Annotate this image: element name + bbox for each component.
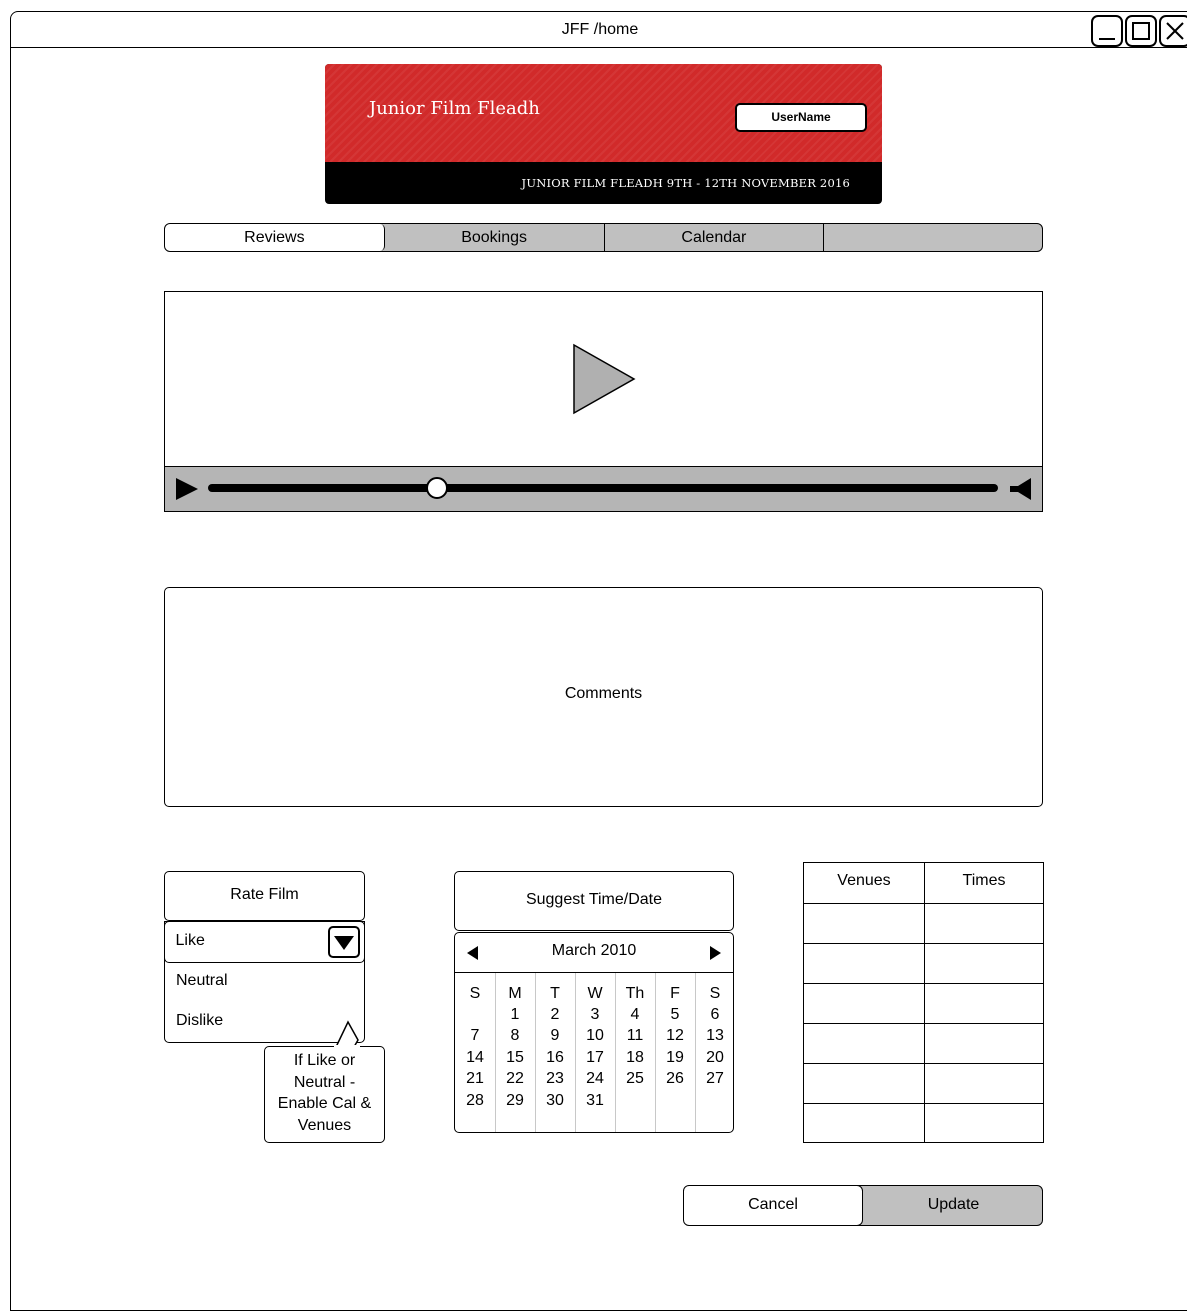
venue-cell[interactable] bbox=[804, 1063, 924, 1103]
close-icon[interactable] bbox=[1159, 15, 1187, 47]
calendar-day[interactable]: 15 bbox=[495, 1049, 535, 1067]
tab-empty[interactable] bbox=[824, 224, 1042, 251]
weekday-label: Th bbox=[625, 985, 645, 1002]
weekday-label: T bbox=[550, 985, 560, 1002]
calendar-day[interactable]: 8 bbox=[495, 1027, 535, 1045]
player-controls bbox=[164, 466, 1043, 512]
brand-title: Junior Film Fleadh bbox=[369, 98, 540, 119]
window-title: JFF /home bbox=[561, 21, 639, 38]
note-line: Venues bbox=[297, 1116, 352, 1134]
calendar-day[interactable]: 20 bbox=[695, 1049, 733, 1067]
calendar-day[interactable]: 3 bbox=[575, 1006, 615, 1024]
venue-cell[interactable] bbox=[804, 983, 924, 1023]
calendar-day[interactable]: 13 bbox=[695, 1027, 733, 1045]
venue-cell[interactable] bbox=[804, 1023, 924, 1063]
calendar-day[interactable]: 6 bbox=[695, 1006, 733, 1024]
next-month-icon[interactable] bbox=[708, 945, 722, 961]
festival-dates: JUNIOR FILM FLEADH 9TH - 12TH NOVEMBER 2… bbox=[521, 176, 850, 190]
calendar-day[interactable]: 4 bbox=[615, 1006, 655, 1024]
play-icon[interactable] bbox=[175, 477, 199, 501]
time-cell[interactable] bbox=[924, 943, 1044, 983]
calendar-day[interactable]: 5 bbox=[655, 1006, 695, 1024]
calendar-day[interactable]: 18 bbox=[615, 1049, 655, 1067]
note-line: Enable Cal & bbox=[277, 1095, 372, 1112]
time-cell[interactable] bbox=[924, 1023, 1044, 1063]
header-banner: Junior Film Fleadh UserName JUNIOR FILM … bbox=[325, 64, 882, 204]
weekday-label: S bbox=[709, 985, 721, 1002]
calendar-day[interactable]: 12 bbox=[655, 1027, 695, 1045]
update-button[interactable]: Update bbox=[863, 1186, 1042, 1225]
time-cell[interactable] bbox=[924, 903, 1044, 943]
calendar-day[interactable]: 24 bbox=[575, 1070, 615, 1088]
minimize-icon[interactable] bbox=[1091, 15, 1123, 47]
note-line: If Like or bbox=[293, 1052, 356, 1069]
comments-box[interactable]: Comments bbox=[164, 587, 1043, 807]
rating-selected-value: Like bbox=[175, 932, 205, 949]
calendar-day[interactable]: 22 bbox=[495, 1070, 535, 1088]
date-picker: March 2010 S M T W Th F S 1 2 3 4 5 6 7 8 9 10 11 12 13 14 15… bbox=[454, 932, 734, 1133]
tab-reviews[interactable]: Reviews bbox=[165, 224, 385, 251]
calendar-day[interactable]: 11 bbox=[615, 1027, 655, 1045]
action-buttons: Cancel Update bbox=[683, 1185, 1043, 1226]
time-cell[interactable] bbox=[924, 1063, 1044, 1103]
progress-knob[interactable] bbox=[426, 477, 449, 499]
calendar-day[interactable]: 30 bbox=[535, 1092, 575, 1110]
tab-bookings[interactable]: Bookings bbox=[385, 224, 605, 251]
calendar-day[interactable]: 29 bbox=[495, 1092, 535, 1110]
calendar-day[interactable]: 31 bbox=[575, 1092, 615, 1110]
calendar-header: March 2010 bbox=[455, 933, 733, 973]
calendar-day[interactable]: 25 bbox=[615, 1070, 655, 1088]
calendar-day[interactable]: 21 bbox=[455, 1070, 495, 1088]
time-cell[interactable] bbox=[924, 983, 1044, 1023]
calendar-day[interactable]: 2 bbox=[535, 1006, 575, 1024]
chevron-down-icon[interactable] bbox=[327, 926, 360, 958]
calendar-month: March 2010 bbox=[551, 942, 637, 959]
rate-film-button[interactable]: Rate Film bbox=[164, 871, 365, 921]
calendar-day[interactable]: 9 bbox=[535, 1027, 575, 1045]
calendar-day[interactable]: 19 bbox=[655, 1049, 695, 1067]
rating-option-dislike[interactable]: Dislike bbox=[176, 1012, 223, 1030]
callout-join bbox=[334, 1045, 360, 1048]
calendar-day[interactable]: 27 bbox=[695, 1070, 733, 1088]
column-header-venues: Venues bbox=[837, 872, 891, 889]
weekday-label: S bbox=[469, 985, 481, 1002]
calendar-day[interactable]: 17 bbox=[575, 1049, 615, 1067]
calendar-day[interactable]: 23 bbox=[535, 1070, 575, 1088]
rating-select[interactable]: Like bbox=[163, 921, 365, 963]
weekday-label: M bbox=[508, 985, 522, 1002]
cancel-button[interactable]: Cancel bbox=[684, 1186, 863, 1225]
calendar-day[interactable]: 7 bbox=[455, 1027, 495, 1045]
calendar-day[interactable]: 10 bbox=[575, 1027, 615, 1045]
time-cell[interactable] bbox=[924, 1103, 1044, 1143]
note-line: Neutral - bbox=[293, 1073, 356, 1091]
suggest-time-date-button[interactable]: Suggest Time/Date bbox=[454, 871, 734, 931]
calendar-day[interactable]: 16 bbox=[535, 1049, 575, 1067]
venue-cell[interactable] bbox=[804, 943, 924, 983]
progress-track[interactable] bbox=[208, 484, 998, 492]
calendar-day[interactable]: 14 bbox=[455, 1049, 495, 1067]
comments-label: Comments bbox=[564, 685, 643, 702]
venue-cell[interactable] bbox=[804, 903, 924, 943]
username-button[interactable]: UserName bbox=[735, 103, 867, 132]
weekday-label: F bbox=[670, 985, 680, 1002]
play-large-icon[interactable] bbox=[572, 343, 636, 415]
calendar-day[interactable]: 28 bbox=[455, 1092, 495, 1110]
venues-table: Venues Times bbox=[803, 862, 1044, 1143]
rating-option-neutral[interactable]: Neutral bbox=[176, 972, 228, 990]
calendar-day[interactable]: 26 bbox=[655, 1070, 695, 1088]
titlebar-divider bbox=[10, 47, 1187, 48]
venue-cell[interactable] bbox=[804, 1103, 924, 1143]
weekday-label: W bbox=[587, 985, 603, 1002]
tab-calendar[interactable]: Calendar bbox=[605, 224, 825, 251]
maximize-icon[interactable] bbox=[1125, 15, 1157, 47]
column-header-times: Times bbox=[962, 872, 1006, 889]
rating-note-callout: If Like or Neutral - Enable Cal & Venues bbox=[264, 1046, 385, 1143]
tab-bar: Reviews Bookings Calendar bbox=[164, 223, 1043, 252]
calendar-day[interactable]: 1 bbox=[495, 1006, 535, 1024]
volume-icon[interactable] bbox=[1009, 477, 1033, 501]
